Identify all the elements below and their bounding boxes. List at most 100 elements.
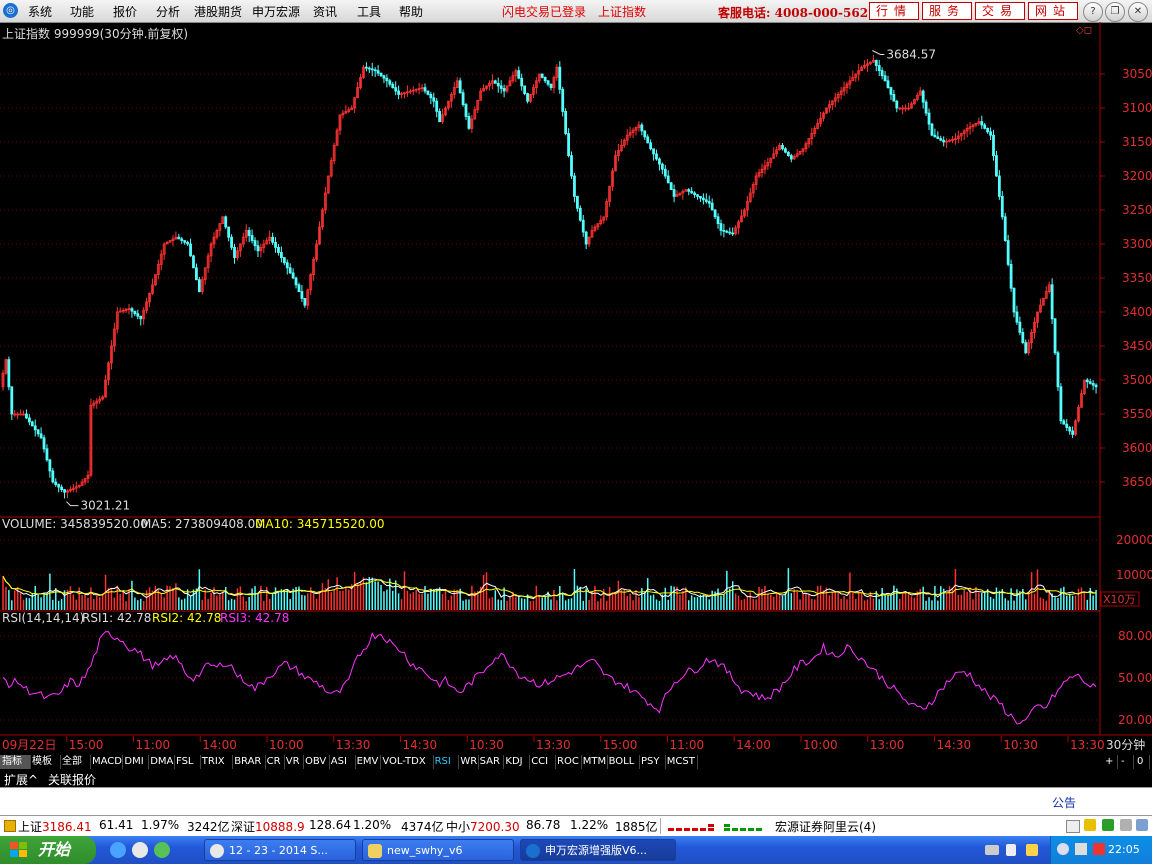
candle-body — [177, 236, 181, 240]
candle-body — [1071, 430, 1075, 435]
price-chart-area[interactable]: 3650 3600 3550 3500 3450 3400 3350 3300 3250 3200… — [0, 22, 1152, 754]
broker-server[interactable]: 宏源证券阿里云(4) — [775, 818, 876, 835]
notice-link[interactable]: 公告 — [1052, 794, 1076, 811]
candle-body — [567, 133, 570, 157]
candle-body — [655, 153, 658, 160]
tab-control-minus[interactable]: - — [1119, 755, 1134, 769]
tab-brar[interactable]: BRAR — [232, 755, 266, 769]
candle-body — [517, 70, 521, 79]
tab-emv[interactable]: EMV — [355, 755, 382, 769]
candle-body — [643, 130, 647, 138]
close-icon[interactable]: ✕ — [1128, 2, 1148, 22]
menu-quote[interactable]: 报价 — [113, 3, 137, 20]
chart-title: 上证指数 999999(30分钟.前复权) — [2, 27, 189, 41]
tab-mtm[interactable]: MTM — [581, 755, 608, 769]
candle-body — [180, 238, 184, 241]
tab-boll[interactable]: BOLL — [607, 755, 640, 769]
tab-control-zero[interactable]: 0 — [1135, 755, 1150, 769]
windows-logo-icon — [10, 842, 27, 857]
help-icon[interactable]: ? — [1083, 2, 1103, 22]
candle-body — [438, 111, 442, 123]
candle-body — [561, 88, 565, 112]
zx-amount: 1885亿 — [615, 820, 658, 834]
network-icon[interactable] — [1075, 843, 1087, 855]
tab-control-plus[interactable]: + — [1103, 755, 1118, 769]
restore-icon[interactable]: ❐ — [1105, 2, 1125, 22]
tab-vol-tdx[interactable]: VOL-TDX — [380, 755, 434, 769]
tab-fsl[interactable]: FSL — [174, 755, 201, 769]
candle-body — [48, 459, 52, 472]
expand-tab[interactable]: 扩展^ — [4, 771, 38, 788]
market-button[interactable]: 行情 — [869, 2, 919, 20]
candle-body — [25, 413, 28, 419]
candle-body — [564, 111, 568, 134]
candle-body — [496, 82, 500, 87]
tab-0[interactable]: 指标 — [0, 755, 31, 769]
tab-sar[interactable]: SAR — [478, 755, 505, 769]
tab-asi[interactable]: ASI — [329, 755, 356, 769]
network-tray-icon[interactable] — [1136, 819, 1148, 831]
help-tray-icon[interactable] — [1026, 844, 1038, 856]
website-button[interactable]: 网站 — [1028, 2, 1078, 20]
candle-body — [995, 155, 998, 177]
tab-vr[interactable]: VR — [284, 755, 304, 769]
candle-body — [230, 236, 233, 248]
service-button[interactable]: 服务 — [922, 2, 972, 20]
folder-icon — [368, 844, 382, 858]
tab-kdj[interactable]: KDJ — [503, 755, 531, 769]
keyboard-icon[interactable] — [985, 845, 999, 855]
antivirus-icon[interactable] — [1093, 843, 1105, 855]
menu-hk-futures[interactable]: 港股期货 — [194, 3, 242, 20]
candle-body — [731, 232, 735, 235]
candle-body — [139, 315, 143, 320]
ie-icon[interactable] — [110, 842, 126, 858]
tab-psy[interactable]: PSY — [639, 755, 666, 769]
tab-dma[interactable]: DMA — [148, 755, 175, 769]
trade-button[interactable]: 交易 — [975, 2, 1025, 20]
menu-swhy[interactable]: 申万宏源 — [252, 3, 300, 20]
browser-icon[interactable] — [132, 842, 148, 858]
menu-function[interactable]: 功能 — [70, 3, 94, 20]
tab-cr[interactable]: CR — [265, 755, 285, 769]
candle-body — [233, 246, 236, 258]
tab-dmi[interactable]: DMI — [122, 755, 150, 769]
candle-body — [1012, 287, 1016, 313]
tab-obv[interactable]: OBV — [303, 755, 330, 769]
tab-2[interactable]: 全部 — [60, 755, 91, 769]
tab-trix[interactable]: TRIX — [200, 755, 234, 769]
related-quotes-tab[interactable]: 关联报价 — [48, 771, 96, 788]
settings-tray-icon[interactable] — [1120, 819, 1132, 831]
lock-tray-icon[interactable] — [1084, 819, 1096, 831]
tab-roc[interactable]: ROC — [555, 755, 582, 769]
window-tray-icon[interactable] — [1066, 820, 1080, 833]
chrome-icon[interactable] — [154, 842, 170, 858]
x-axis-label: 10:00 — [803, 738, 838, 752]
tab-mcst[interactable]: MCST — [665, 755, 699, 769]
candle-body — [227, 226, 231, 238]
taskbar-item-swhy[interactable]: 申万宏源增强版V6... — [520, 839, 676, 861]
menu-analysis[interactable]: 分析 — [156, 3, 180, 20]
x-axis-label: 11:00 — [670, 738, 705, 752]
menu-tools[interactable]: 工具 — [357, 3, 381, 20]
menu-news[interactable]: 资讯 — [313, 3, 337, 20]
candle-body — [687, 189, 691, 192]
tab-macd[interactable]: MACD — [90, 755, 124, 769]
signal-tray-icon[interactable] — [1102, 819, 1114, 831]
tab-cci[interactable]: CCI — [529, 755, 556, 769]
chart-corner-icons[interactable]: ◇◻ — [1076, 25, 1092, 36]
start-button[interactable]: 开始 — [0, 836, 96, 864]
taskbar-item-browser[interactable]: 12 - 23 - 2014 S... — [204, 839, 356, 861]
menu-help[interactable]: 帮助 — [399, 3, 423, 20]
tab-wr[interactable]: WR — [458, 755, 479, 769]
candle-body — [186, 241, 190, 245]
taskbar-clock: 22:05 — [1108, 843, 1140, 856]
candle-body — [189, 243, 192, 257]
menu-system[interactable]: 系统 — [28, 3, 52, 20]
tray-arrow-icon[interactable] — [1057, 843, 1069, 855]
price-tick-label: 3350 — [1122, 271, 1152, 285]
candle-body — [33, 425, 37, 431]
tab-1[interactable]: 模板 — [30, 755, 61, 769]
tab-rsi[interactable]: RSI — [433, 755, 460, 769]
taskbar-item-folder[interactable]: new_swhy_v6 — [362, 839, 514, 861]
pen-icon[interactable] — [1006, 844, 1016, 856]
